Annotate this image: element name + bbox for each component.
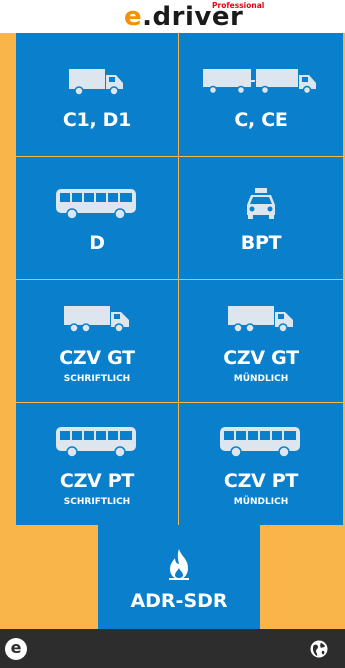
bus-icon (220, 427, 300, 458)
category-grid: C1, D1 C, CE D BPT CZV GT SCHRIFTLICH CZ… (16, 33, 343, 525)
tile-label: CZV PT (223, 470, 299, 492)
truck-icon (228, 306, 293, 333)
tile-sublabel: MÜNDLICH (233, 497, 289, 507)
tile-sublabel: SCHRIFTLICH (63, 374, 131, 384)
professional-badge: Professional (212, 1, 265, 10)
tile-c1-d1[interactable]: C1, D1 (16, 33, 178, 156)
flame-icon (169, 549, 189, 580)
truck-icon (64, 306, 129, 333)
tile-c-ce[interactable]: C, CE (179, 33, 343, 156)
header-bar: e.driver Professional (0, 0, 345, 33)
tile-label: CZV GT (59, 347, 135, 369)
tile-label: CZV GT (223, 347, 299, 369)
bus-icon (56, 427, 136, 458)
e-home-button[interactable]: e (5, 638, 27, 660)
tile-d[interactable]: D (16, 157, 178, 279)
tile-sublabel: MÜNDLICH (233, 374, 289, 384)
taxi-icon (247, 188, 275, 219)
tile-label: ADR-SDR (130, 590, 228, 612)
tile-label: C1, D1 (62, 108, 132, 131)
tile-czv-gt-schriftlich[interactable]: CZV GT SCHRIFTLICH (16, 280, 178, 402)
tile-czv-pt-muendlich[interactable]: CZV PT MÜNDLICH (179, 403, 343, 525)
tile-czv-pt-schriftlich[interactable]: CZV PT SCHRIFTLICH (16, 403, 178, 525)
tile-label: CZV PT (59, 470, 135, 492)
tile-bpt[interactable]: BPT (179, 157, 343, 279)
truck-trailer-icon (203, 68, 316, 94)
globe-icon[interactable] (309, 639, 329, 659)
tile-label: BPT (240, 232, 282, 254)
tile-label: C, CE (234, 108, 288, 131)
truck-icon (69, 68, 123, 96)
tile-czv-gt-muendlich[interactable]: CZV GT MÜNDLICH (179, 280, 343, 402)
bus-icon (56, 189, 136, 220)
edriver-logo: e.driver Professional (124, 1, 265, 32)
tile-adr-sdr[interactable]: ADR-SDR (98, 525, 260, 629)
tile-label: D (89, 232, 105, 254)
tile-sublabel: SCHRIFTLICH (63, 497, 131, 507)
bottom-bar: e (0, 629, 345, 668)
